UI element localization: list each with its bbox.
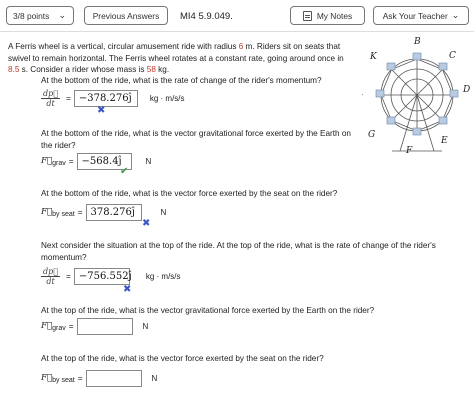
chevron-down-icon: ⌄	[58, 10, 66, 20]
question-1-answer-row: dp⃗ dt = −378.276ĵ kg · m/s/s	[41, 89, 185, 108]
answer-field-5[interactable]	[76, 318, 133, 335]
correct-icon: ✔	[120, 166, 129, 177]
ask-teacher-button[interactable]: Ask Your Teacher ⌄	[373, 6, 469, 25]
incorrect-icon: ✖	[97, 105, 106, 116]
seat	[449, 89, 459, 98]
question-2-text: At the bottom of the ride, what is the v…	[41, 129, 351, 150]
question-6-text: At the top of the ride, what is the vect…	[41, 354, 324, 363]
f-seat-symbol: F⃗by seat	[41, 373, 75, 384]
f-grav-symbol: F⃗grav	[41, 156, 66, 167]
incorrect-icon: ✖	[123, 284, 132, 295]
seat	[386, 116, 396, 125]
unit-label: kg · m/s/s	[145, 272, 181, 281]
intro-text: kg.	[155, 65, 170, 75]
my-notes-button[interactable]: My Notes	[290, 6, 365, 25]
dp-dt-symbol: dp⃗ dt	[41, 267, 61, 286]
f-grav-subscript: grav	[52, 325, 66, 332]
previous-answers-label: Previous Answers	[92, 10, 160, 21]
dt-symbol: dt	[46, 277, 55, 286]
label-f: F	[405, 146, 413, 156]
top-bar: 3/8 points ⌄ Previous Answers MI4 5.9.04…	[0, 0, 474, 32]
f-seat-subscript: by seat	[52, 211, 75, 218]
question-2-answer-row: F⃗grav = −568.4ĵ N	[41, 153, 151, 170]
intro-text: A Ferris wheel is a vertical, circular a…	[8, 42, 239, 51]
label-b: B	[413, 37, 421, 47]
previous-answers-button[interactable]: Previous Answers	[84, 6, 168, 25]
dp-symbol: dp⃗	[41, 267, 61, 277]
f-seat-subscript: by seat	[52, 377, 75, 384]
seat	[412, 127, 422, 136]
equals-sign: =	[77, 374, 83, 383]
dt-symbol: dt	[46, 99, 55, 108]
seat	[386, 62, 396, 71]
intro-text: s. Consider a rider whose mass is	[19, 65, 147, 75]
label-h: H	[362, 94, 363, 104]
question-id: MI4 5.9.049.	[180, 11, 233, 22]
f-seat-symbol: F⃗by seat	[41, 207, 75, 218]
problem-statement: A Ferris wheel is a vertical, circular a…	[8, 41, 356, 76]
my-notes-label: My Notes	[316, 10, 353, 21]
seat	[375, 89, 385, 98]
f-grav-base: F⃗	[41, 156, 53, 166]
points-label: 3/8 points	[13, 10, 50, 21]
f-seat-base: F⃗	[41, 373, 53, 383]
dp-symbol: dp⃗	[41, 89, 61, 99]
equals-sign: =	[77, 208, 83, 217]
answer-field-1[interactable]: −378.276ĵ	[73, 90, 138, 107]
label-c: C	[449, 51, 456, 61]
f-grav-symbol: F⃗grav	[41, 321, 66, 332]
label-e: E	[440, 136, 448, 146]
unit-label: N	[142, 322, 149, 331]
seat	[438, 116, 448, 125]
f-grav-subscript: grav	[52, 160, 66, 167]
ferris-wheel-diagram: B C D E F G H K	[362, 37, 470, 156]
question-4-text: Next consider the situation at the top o…	[41, 241, 436, 262]
answer-field-6[interactable]	[85, 370, 142, 387]
unit-label: N	[151, 374, 158, 383]
question-3-text: At the bottom of the ride, what is the v…	[41, 189, 338, 198]
question-5-text: At the top of the ride, what is the vect…	[41, 306, 375, 315]
f-grav-base: F⃗	[41, 321, 53, 331]
question-6-answer-row: F⃗by seat = N	[41, 370, 157, 387]
label-k: K	[369, 52, 378, 62]
points-dropdown[interactable]: 3/8 points ⌄	[6, 6, 74, 25]
label-d: D	[462, 85, 470, 95]
period-value: 8.5	[8, 65, 20, 75]
chevron-down-icon: ⌄	[451, 10, 460, 20]
answer-field-4[interactable]: −756.552ĵ	[73, 268, 132, 285]
ask-teacher-label: Ask Your Teacher	[382, 10, 448, 21]
unit-label: kg · m/s/s	[149, 94, 185, 103]
seat	[412, 52, 422, 61]
question-1-text: At the bottom of the ride, what is the r…	[41, 76, 322, 85]
unit-label: N	[145, 157, 152, 166]
question-4-answer-row: dp⃗ dt = −756.552ĵ kg · m/s/s	[41, 267, 181, 286]
seat	[438, 62, 448, 71]
unit-label: N	[160, 208, 167, 217]
equals-sign: =	[68, 322, 74, 331]
label-g: G	[368, 130, 375, 140]
question-5-answer-row: F⃗grav = N	[41, 318, 148, 335]
note-icon	[302, 10, 312, 21]
equals-sign: =	[66, 272, 71, 281]
answer-field-3[interactable]: 378.276ĵ	[85, 204, 142, 221]
equals-sign: =	[66, 94, 71, 103]
equals-sign: =	[68, 157, 74, 166]
incorrect-icon: ✖	[142, 218, 151, 229]
dp-dt-symbol: dp⃗ dt	[41, 89, 61, 108]
f-seat-base: F⃗	[41, 207, 53, 217]
mass-value: 58	[146, 65, 156, 75]
